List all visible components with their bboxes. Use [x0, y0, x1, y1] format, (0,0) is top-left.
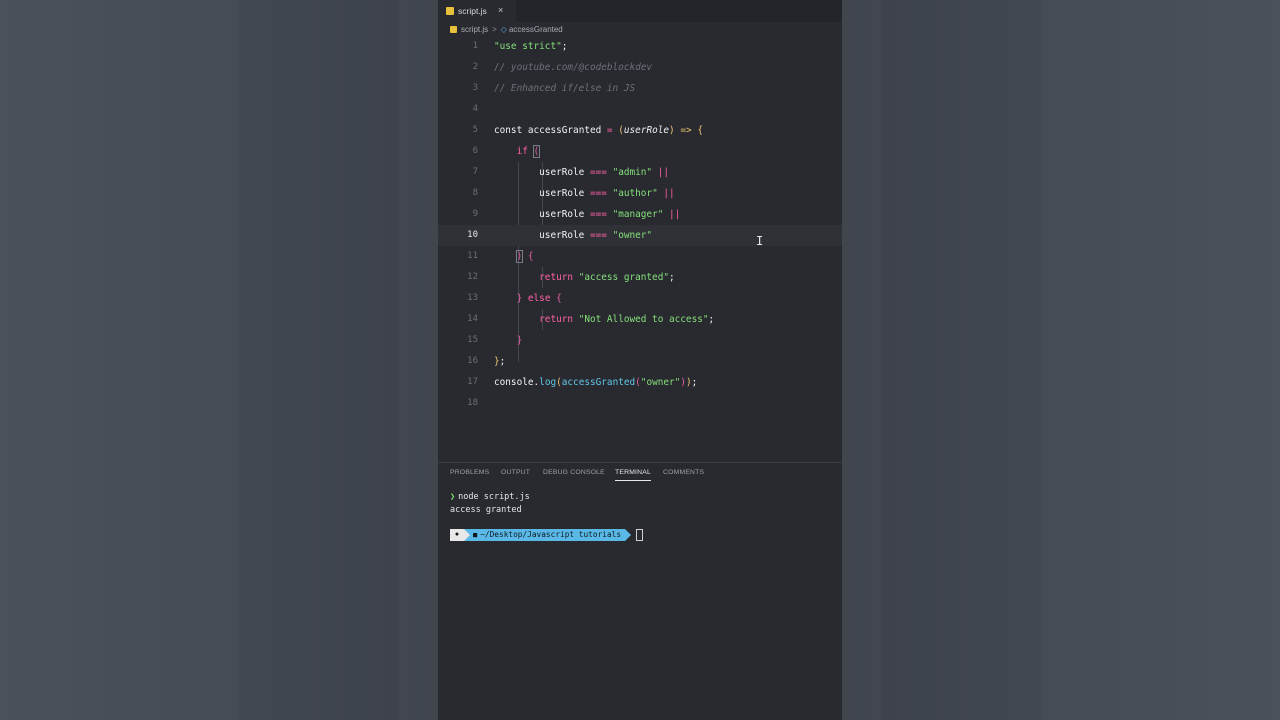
prompt-chevron-icon: ❯: [450, 492, 456, 502]
terminal-output: access granted: [450, 505, 522, 515]
terminal[interactable]: ❯ node script.js access granted: [450, 491, 530, 517]
code-line: 14 return "Not Allowed to access";: [438, 309, 842, 330]
line-number: 11: [467, 251, 478, 261]
terminal-command: node script.js: [458, 492, 530, 502]
breadcrumb-separator: >: [492, 25, 497, 34]
bracket-match: (: [532, 145, 541, 158]
tab-script-js[interactable]: script.js ×: [438, 0, 516, 22]
mouse-ibeam-cursor-icon: I: [756, 234, 764, 248]
js-file-icon: [450, 26, 457, 33]
symbol-variable-icon: ◇: [500, 25, 507, 34]
breadcrumb: script.js > ◇ accessGranted: [438, 22, 842, 37]
code-line: 9 userRole === "manager" ||: [438, 204, 842, 225]
terminal-cursor: [636, 529, 644, 541]
code-line: 6 if (: [438, 141, 842, 162]
panel-tabs: PROBLEMS OUTPUT DEBUG CONSOLE TERMINAL C…: [438, 463, 842, 483]
code-line: 7 userRole === "admin" ||: [438, 162, 842, 183]
line-number: 12: [467, 272, 478, 282]
line-number: 8: [472, 188, 478, 198]
editor-window: script.js × script.js > ◇ accessGranted …: [438, 0, 842, 720]
prompt-path: ■ ~/Desktop/Javascript tutorials: [470, 529, 626, 541]
terminal-command-line: ❯ node script.js: [450, 491, 530, 504]
code-line: 2 // youtube.com/@codeblockdev: [438, 57, 842, 78]
tab-comments[interactable]: COMMENTS: [663, 469, 704, 480]
background-right: [842, 0, 1280, 720]
apple-icon: ●: [450, 529, 464, 541]
folder-icon: ■: [473, 531, 478, 539]
line-number: 10: [467, 230, 478, 240]
tab-label: script.js: [458, 6, 487, 16]
line-number: 18: [467, 398, 478, 408]
code-line-active: 10 userRole === "owner": [438, 225, 842, 246]
line-number: 9: [472, 209, 478, 219]
line-number: 14: [467, 314, 478, 324]
code-line: 15 }: [438, 330, 842, 351]
terminal-prompt: ● ■ ~/Desktop/Javascript tutorials: [450, 529, 644, 541]
prompt-path-text: ~/Desktop/Javascript tutorials: [480, 530, 622, 539]
line-number: 6: [472, 146, 478, 156]
code-line: 1 "use strict";: [438, 36, 842, 57]
line-number: 7: [472, 167, 478, 177]
code-editor[interactable]: 1 "use strict"; 2 // youtube.com/@codebl…: [438, 36, 842, 426]
tab-problems[interactable]: PROBLEMS: [450, 469, 489, 480]
prompt-separator: [625, 529, 632, 541]
line-number: 3: [472, 83, 478, 93]
line-number: 5: [472, 125, 478, 135]
line-number: 13: [467, 293, 478, 303]
code-line: 3 // Enhanced if/else in JS: [438, 78, 842, 99]
line-number: 16: [467, 356, 478, 366]
tab-debug-console[interactable]: DEBUG CONSOLE: [543, 469, 605, 480]
line-number: 17: [467, 377, 478, 387]
background-left: [0, 0, 438, 720]
tab-output[interactable]: OUTPUT: [501, 469, 530, 480]
line-number: 4: [472, 104, 478, 114]
code-line: 8 userRole === "author" ||: [438, 183, 842, 204]
tab-bar: script.js ×: [438, 0, 842, 22]
js-file-icon: [446, 7, 454, 15]
tab-terminal[interactable]: TERMINAL: [615, 469, 651, 481]
code-line: 11 ) {: [438, 246, 842, 267]
code-line: 12 return "access granted";: [438, 267, 842, 288]
line-number: 15: [467, 335, 478, 345]
close-icon[interactable]: ×: [498, 5, 503, 15]
code-line: 16 };: [438, 351, 842, 372]
code-line: 4: [438, 99, 842, 120]
line-number: 1: [472, 41, 478, 51]
code-line: 18: [438, 393, 842, 414]
bracket-match: ): [515, 250, 524, 263]
code-line: 13 } else {: [438, 288, 842, 309]
breadcrumb-file[interactable]: script.js: [461, 25, 488, 34]
bottom-panel: PROBLEMS OUTPUT DEBUG CONSOLE TERMINAL C…: [438, 462, 842, 720]
breadcrumb-symbol[interactable]: accessGranted: [509, 25, 563, 34]
line-number: 2: [472, 62, 478, 72]
code-line: 5 const accessGranted = (userRole) => {: [438, 120, 842, 141]
code-line: 17 console.log(accessGranted("owner"));: [438, 372, 842, 393]
